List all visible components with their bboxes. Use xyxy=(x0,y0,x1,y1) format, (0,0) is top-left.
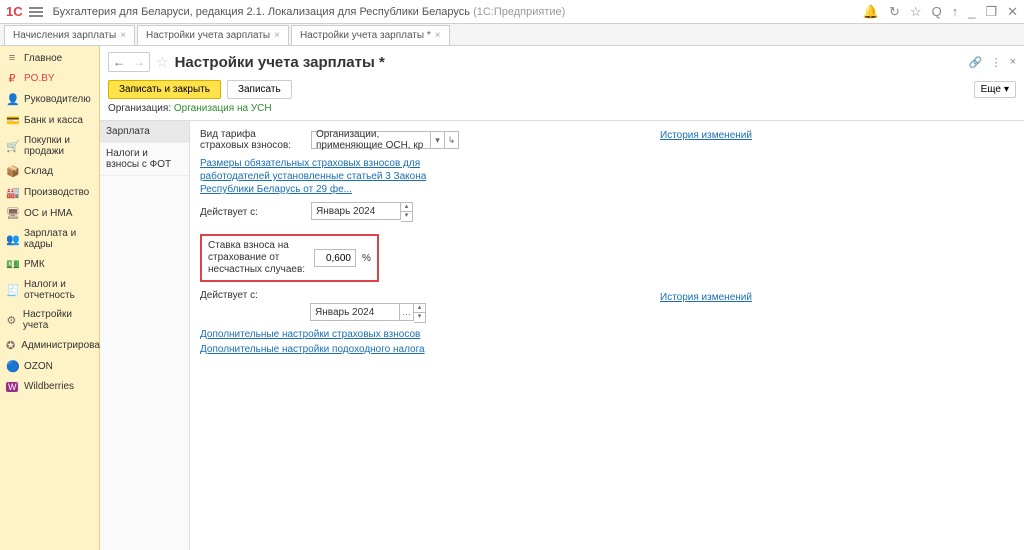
factory-icon: 🏭 xyxy=(6,186,18,199)
options-icon[interactable]: ⋮ xyxy=(991,56,1002,69)
date-spinner-2[interactable]: ▴▾ xyxy=(414,303,426,323)
ozon-icon: 🔵 xyxy=(6,360,18,373)
tab-item[interactable]: Настройки учета зарплаты× xyxy=(137,25,289,45)
effective-label-2: Действует с: xyxy=(200,290,305,301)
money-icon: 💵 xyxy=(6,258,18,271)
ruble-icon: ₽ xyxy=(6,72,18,85)
open-icon[interactable]: ↳ xyxy=(445,131,459,149)
app-title: Бухгалтерия для Беларуси, редакция 2.1. … xyxy=(53,6,566,18)
spin-down-icon: ▾ xyxy=(414,313,425,322)
rate-highlight: Ставка взноса на страхование от несчастн… xyxy=(200,234,379,282)
rate-input[interactable] xyxy=(314,249,356,267)
titlebar: 1С Бухгалтерия для Беларуси, редакция 2.… xyxy=(0,0,1024,24)
effective-label: Действует с: xyxy=(200,207,305,218)
nav-back-icon[interactable]: ← xyxy=(109,53,129,71)
bell-icon[interactable]: 🔔 xyxy=(863,4,879,20)
tariff-label: Вид тарифа страховых взносов: xyxy=(200,129,305,151)
sidebar-item-admin[interactable]: ✪Администрирование xyxy=(0,335,99,356)
search-icon[interactable]: Q xyxy=(932,4,942,19)
restore-icon[interactable]: ❐ xyxy=(985,4,997,20)
card-icon: 💳 xyxy=(6,114,18,127)
more-button[interactable]: Еще▾ xyxy=(974,81,1016,98)
law-link[interactable]: Размеры обязательных страховых взносов д… xyxy=(200,157,460,196)
form-tabs: Зарплата Налоги и взносы с ФОТ xyxy=(100,121,190,550)
nav-forward-icon[interactable]: → xyxy=(129,53,149,71)
close-page-icon[interactable]: × xyxy=(1010,56,1016,68)
sidebar-item-bank[interactable]: 💳Банк и касса xyxy=(0,110,99,131)
toolbar: Записать и закрыть Записать Еще▾ xyxy=(100,78,1024,101)
cart-icon: 🛒 xyxy=(6,140,18,153)
wb-icon: W xyxy=(6,382,18,392)
sidebar-item-manager[interactable]: 👤Руководителю xyxy=(0,89,99,110)
date-spinner[interactable]: ▴▾ xyxy=(401,202,413,222)
effective-date-input[interactable]: Январь 2024 xyxy=(311,202,401,220)
sidebar: ≡Главное ₽PO.BY 👤Руководителю 💳Банк и ка… xyxy=(0,46,100,550)
people-icon: 👥 xyxy=(6,233,18,246)
rate-label: Ставка взноса на страхование от несчастн… xyxy=(208,240,308,276)
organization-row: Организация: Организация на УСН xyxy=(100,101,1024,120)
history-icon[interactable]: ↻ xyxy=(889,4,900,20)
favorite-icon[interactable]: ☆ xyxy=(156,54,169,71)
sidebar-item-tax[interactable]: 🧾Налоги и отчетность xyxy=(0,275,99,305)
history-link-2[interactable]: История изменений xyxy=(660,292,752,303)
form-tab-taxes[interactable]: Налоги и взносы с ФОТ xyxy=(100,143,189,176)
spin-down-icon: ▾ xyxy=(401,212,412,221)
ellipsis-icon[interactable]: … xyxy=(400,303,414,321)
sidebar-item-settings[interactable]: ⚙Настройки учета xyxy=(0,305,99,335)
organization-link[interactable]: Организация на УСН xyxy=(174,103,272,114)
page-title: Настройки учета зарплаты * xyxy=(175,54,385,71)
gear-icon: ⚙ xyxy=(6,314,17,327)
sidebar-item-ozon[interactable]: 🔵OZON xyxy=(0,356,99,377)
save-button[interactable]: Записать xyxy=(227,80,292,99)
spin-up-icon: ▴ xyxy=(401,203,412,212)
tab-item[interactable]: Настройки учета зарплаты *× xyxy=(291,25,450,45)
box-icon: 📦 xyxy=(6,165,18,178)
form-content: Вид тарифа страховых взносов: Организаци… xyxy=(190,121,1024,550)
sidebar-item-stock[interactable]: 📦Склад xyxy=(0,161,99,182)
effective-date-input-2[interactable]: Январь 2024 xyxy=(310,303,400,321)
spin-up-icon: ▴ xyxy=(414,304,425,313)
percent-label: % xyxy=(362,253,371,264)
sidebar-item-trade[interactable]: 🛒Покупки и продажи xyxy=(0,131,99,161)
help-icon[interactable]: ↑ xyxy=(952,4,959,19)
tab-item[interactable]: Начисления зарплаты× xyxy=(4,25,135,45)
hamburger-icon[interactable] xyxy=(29,7,43,17)
menu-icon: ≡ xyxy=(6,52,18,64)
extra-settings-link[interactable]: Дополнительные настройки страховых взнос… xyxy=(200,329,1014,340)
close-icon[interactable]: ✕ xyxy=(1007,4,1018,20)
app-logo: 1С xyxy=(6,4,23,19)
title-actions: 🔔 ↻ ☆ Q ↑ _ ❐ ✕ xyxy=(863,4,1018,20)
receipt-icon: 🧾 xyxy=(6,284,18,297)
tab-close-icon[interactable]: × xyxy=(120,30,126,41)
chevron-down-icon: ▾ xyxy=(1004,84,1009,95)
history-link[interactable]: История изменений xyxy=(660,130,752,141)
income-tax-settings-link[interactable]: Дополнительные настройки подоходного нал… xyxy=(200,344,1014,355)
sidebar-item-main[interactable]: ≡Главное xyxy=(0,48,99,68)
tab-close-icon[interactable]: × xyxy=(274,30,280,41)
minimize-icon[interactable]: _ xyxy=(968,4,975,19)
dropdown-icon[interactable]: ▾ xyxy=(431,131,445,149)
link-icon[interactable]: 🔗 xyxy=(969,56,983,69)
sidebar-item-poby[interactable]: ₽PO.BY xyxy=(0,68,99,89)
sidebar-item-production[interactable]: 🏭Производство xyxy=(0,182,99,203)
sidebar-item-salary[interactable]: 👥Зарплата и кадры xyxy=(0,224,99,254)
nav-buttons: ← → xyxy=(108,52,150,72)
sidebar-item-wb[interactable]: WWildberries xyxy=(0,377,99,396)
sidebar-item-os[interactable]: 🖥ОС и НМА xyxy=(0,203,99,224)
admin-icon: ✪ xyxy=(6,339,15,352)
tariff-select[interactable]: Организации, применяющие ОСН, кр xyxy=(311,131,431,149)
sidebar-item-rmk[interactable]: 💵РМК xyxy=(0,254,99,275)
star-icon[interactable]: ☆ xyxy=(910,4,922,20)
form-tab-salary[interactable]: Зарплата xyxy=(100,121,189,143)
monitor-icon: 🖥 xyxy=(6,207,18,220)
tab-close-icon[interactable]: × xyxy=(435,30,441,41)
save-close-button[interactable]: Записать и закрыть xyxy=(108,80,221,99)
page-header: ← → ☆ Настройки учета зарплаты * 🔗 ⋮ × xyxy=(100,46,1024,78)
tabsbar: Начисления зарплаты× Настройки учета зар… xyxy=(0,24,1024,46)
user-icon: 👤 xyxy=(6,93,18,106)
